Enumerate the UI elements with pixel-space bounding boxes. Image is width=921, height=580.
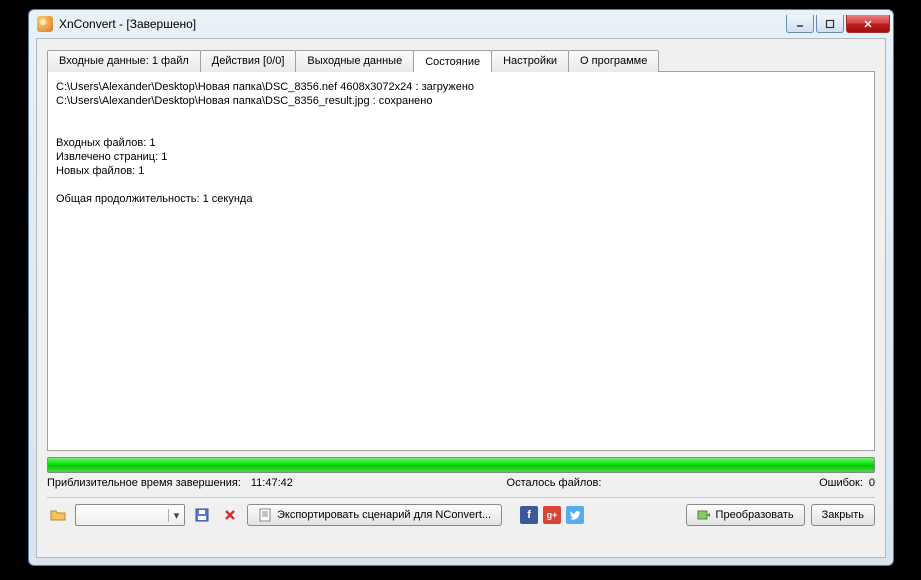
tab-bar: Входные данные: 1 файлДействия [0/0]Выхо… [37,39,885,71]
tab-5[interactable]: О программе [568,50,659,72]
export-script-label: Экспортировать сценарий для NConvert... [277,509,491,521]
tab-4[interactable]: Настройки [491,50,569,72]
window-frame: XnConvert - [Завершено] Входные данные: … [28,9,894,566]
convert-icon [697,508,711,522]
preset-combo[interactable]: ▾ [75,504,185,526]
app-icon [37,16,53,32]
minimize-button[interactable] [786,15,814,33]
social-links: f g+ [520,506,584,524]
bottom-toolbar: ▾ Экспортировать сценарий для NConvert..… [37,498,885,532]
client-area: Входные данные: 1 файлДействия [0/0]Выхо… [36,38,886,558]
open-folder-button[interactable] [47,504,69,526]
tab-2[interactable]: Выходные данные [295,50,414,72]
titlebar[interactable]: XnConvert - [Завершено] [29,10,893,38]
convert-label: Преобразовать [716,509,794,521]
facebook-icon[interactable]: f [520,506,538,524]
eta-value: 11:47:42 [251,477,293,489]
convert-button[interactable]: Преобразовать [686,504,805,526]
export-script-button[interactable]: Экспортировать сценарий для NConvert... [247,504,502,526]
status-row: Приблизительное время завершения: 11:47:… [37,473,885,489]
progress-bar [47,457,875,473]
remaining-label: Осталось файлов: [507,477,602,489]
delete-preset-button[interactable] [219,504,241,526]
chevron-down-icon: ▾ [168,509,184,522]
errors-value: 0 [869,477,875,489]
document-icon [258,508,272,522]
close-button[interactable]: Закрыть [811,504,875,526]
tab-0[interactable]: Входные данные: 1 файл [47,50,201,72]
close-label: Закрыть [822,509,864,521]
save-preset-button[interactable] [191,504,213,526]
twitter-icon[interactable] [566,506,584,524]
errors-label: Ошибок: [819,477,863,489]
close-window-button[interactable] [846,15,890,33]
maximize-button[interactable] [816,15,844,33]
window-controls [786,15,890,33]
tab-1[interactable]: Действия [0/0] [200,50,297,72]
tab-panel-status: C:\Users\Alexander\Desktop\Новая папка\D… [47,71,875,451]
window-title: XnConvert - [Завершено] [59,17,786,31]
eta-label: Приблизительное время завершения: [47,477,241,489]
tab-3[interactable]: Состояние [413,50,492,72]
log-output[interactable]: C:\Users\Alexander\Desktop\Новая папка\D… [50,74,872,448]
googleplus-icon[interactable]: g+ [543,506,561,524]
